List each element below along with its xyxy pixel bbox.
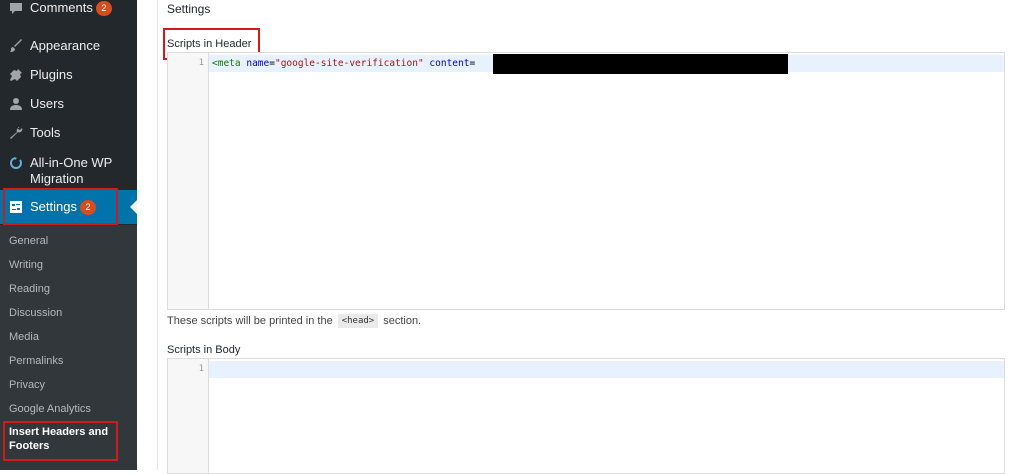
wrench-icon bbox=[7, 125, 25, 141]
sidebar-item-label: Comments 2 bbox=[29, 0, 112, 16]
sidebar-item-label: Users bbox=[30, 96, 64, 111]
main-content: Settings Scripts in Header 1 <meta name =… bbox=[137, 0, 1024, 474]
user-icon bbox=[7, 96, 25, 112]
sidebar-item-plugins[interactable]: Plugins bbox=[0, 67, 137, 83]
sidebar-item-all-in-one-wp-migration[interactable]: All-in-One WP Migration bbox=[0, 155, 137, 187]
sidebar-item-label: Plugins bbox=[30, 67, 73, 82]
active-menu-arrow bbox=[130, 200, 137, 214]
head-code-snippet: <head> bbox=[337, 314, 379, 328]
header-help-text: These scripts will be printed in the <he… bbox=[167, 314, 421, 328]
submenu-item-permalinks[interactable]: Permalinks bbox=[9, 354, 63, 368]
help-text-before: These scripts will be printed in the bbox=[167, 315, 333, 327]
submenu-item-google-analytics[interactable]: Google Analytics bbox=[9, 402, 91, 416]
paintbrush-icon bbox=[7, 38, 25, 54]
sidebar-item-appearance[interactable]: Appearance bbox=[0, 38, 137, 54]
sidebar-item-label: Settings 2 bbox=[29, 199, 96, 215]
code-string-token: "google-site-verification" bbox=[274, 58, 424, 69]
submenu-item-insert-headers-and-footers[interactable]: Insert Headers and Footers bbox=[9, 425, 108, 453]
sidebar-item-label: Appearance bbox=[30, 38, 101, 53]
submenu-current-line1: Insert Headers and bbox=[9, 426, 109, 438]
page-title: Settings bbox=[167, 2, 211, 16]
submenu-item-writing[interactable]: Writing bbox=[9, 258, 43, 272]
submenu-item-media[interactable]: Media bbox=[9, 330, 39, 344]
scripts-in-body-label: Scripts in Body bbox=[167, 344, 241, 356]
submenu-item-reading[interactable]: Reading bbox=[9, 282, 50, 296]
active-line-highlight bbox=[209, 361, 1004, 378]
submenu-item-discussion[interactable]: Discussion bbox=[9, 306, 62, 320]
sidebar-item-label: All-in-One WP Migration bbox=[29, 155, 112, 187]
sidebar-item-tools[interactable]: Tools bbox=[0, 125, 137, 141]
editor-gutter: 1 bbox=[168, 359, 209, 473]
admin-sidebar: Comments 2 Appearance Plugins Users Tools… bbox=[0, 0, 137, 470]
sidebar-item-settings[interactable]: Settings 2 bbox=[0, 190, 137, 224]
submenu-item-privacy[interactable]: Privacy bbox=[9, 378, 45, 392]
submenu-item-general[interactable]: General bbox=[9, 234, 48, 248]
line-number: 1 bbox=[198, 58, 204, 68]
line-number: 1 bbox=[198, 364, 204, 374]
body-scripts-editor[interactable]: 1 bbox=[167, 358, 1005, 474]
redacted-value-block bbox=[493, 54, 788, 74]
settings-count-badge: 2 bbox=[79, 200, 96, 215]
content-divider bbox=[157, 0, 158, 470]
submenu-current-line2: Footers bbox=[9, 440, 50, 452]
settings-icon bbox=[7, 199, 25, 215]
settings-submenu: General Writing Reading Discussion Media… bbox=[0, 225, 137, 470]
code-attr-token: name bbox=[246, 58, 270, 69]
code-line: <meta name = "google-site-verification" co… bbox=[212, 58, 475, 69]
migration-label-line1: All-in-One WP bbox=[30, 155, 113, 170]
help-text-after: section. bbox=[383, 315, 422, 327]
migration-icon bbox=[7, 155, 25, 171]
code-attr-token: content bbox=[429, 58, 470, 69]
comment-icon bbox=[7, 0, 25, 16]
code-eq-token: = bbox=[469, 58, 476, 69]
scripts-in-header-label: Scripts in Header bbox=[167, 38, 252, 50]
plugin-icon bbox=[7, 67, 25, 83]
sidebar-item-users[interactable]: Users bbox=[0, 96, 137, 112]
comments-count-badge: 2 bbox=[95, 1, 112, 16]
header-scripts-editor[interactable]: 1 <meta name = "google-site-verification" … bbox=[167, 52, 1005, 310]
sidebar-item-comments[interactable]: Comments 2 bbox=[0, 0, 137, 16]
code-tag-token: <meta bbox=[212, 58, 241, 69]
migration-label-line2: Migration bbox=[30, 171, 84, 186]
editor-gutter: 1 bbox=[168, 53, 209, 309]
sidebar-item-label: Tools bbox=[30, 125, 61, 140]
